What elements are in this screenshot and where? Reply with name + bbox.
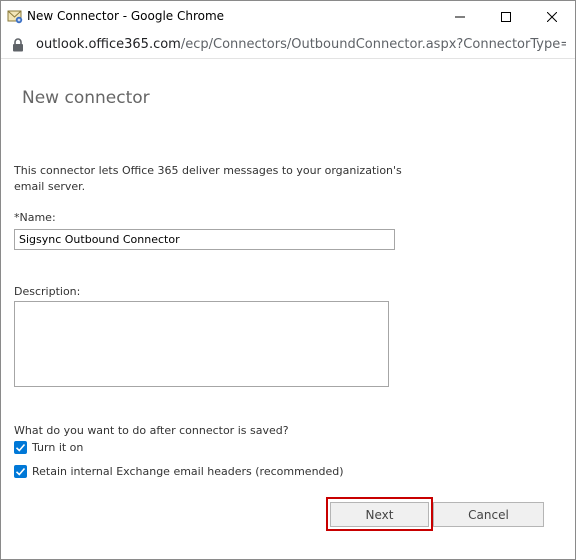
browser-window: New Connector - Google Chrome outlook.of…	[0, 0, 576, 560]
intro-text: This connector lets Office 365 deliver m…	[14, 164, 402, 193]
after-save-question: What do you want to do after connector i…	[14, 424, 289, 437]
check-icon	[15, 467, 26, 476]
title-bar: New Connector - Google Chrome	[1, 1, 575, 32]
turn-on-option: Turn it on	[14, 441, 83, 454]
name-input[interactable]	[14, 229, 395, 250]
minimize-button[interactable]	[437, 1, 483, 32]
lock-icon[interactable]	[12, 38, 24, 52]
dialog-content: New connector This connector lets Office…	[1, 60, 575, 559]
maximize-icon	[501, 11, 511, 22]
retain-headers-label: Retain internal Exchange email headers (…	[32, 465, 344, 478]
turn-on-checkbox[interactable]	[14, 441, 27, 454]
check-icon	[15, 443, 26, 452]
window-title: New Connector - Google Chrome	[27, 9, 225, 23]
cancel-button[interactable]: Cancel	[433, 502, 544, 527]
name-label: *Name:	[14, 211, 56, 224]
mail-app-icon	[7, 8, 23, 24]
next-button[interactable]: Next	[330, 502, 429, 527]
close-button[interactable]	[529, 1, 575, 32]
maximize-button[interactable]	[483, 1, 529, 32]
retain-headers-checkbox[interactable]	[14, 465, 27, 478]
close-icon	[547, 11, 557, 22]
url-host: outlook.office365.com	[36, 37, 181, 52]
address-bar[interactable]: outlook.office365.com/ecp/Connectors/Out…	[1, 32, 575, 59]
url-text[interactable]: outlook.office365.com/ecp/Connectors/Out…	[36, 37, 566, 52]
description-label: Description:	[14, 285, 81, 298]
description-textarea[interactable]	[14, 301, 389, 387]
minimize-icon	[455, 16, 465, 17]
page-title: New connector	[22, 88, 150, 108]
turn-on-label: Turn it on	[32, 441, 84, 454]
retain-headers-option: Retain internal Exchange email headers (…	[14, 465, 344, 478]
url-path: /ecp/Connectors/OutboundConnector.aspx?C…	[180, 37, 566, 52]
